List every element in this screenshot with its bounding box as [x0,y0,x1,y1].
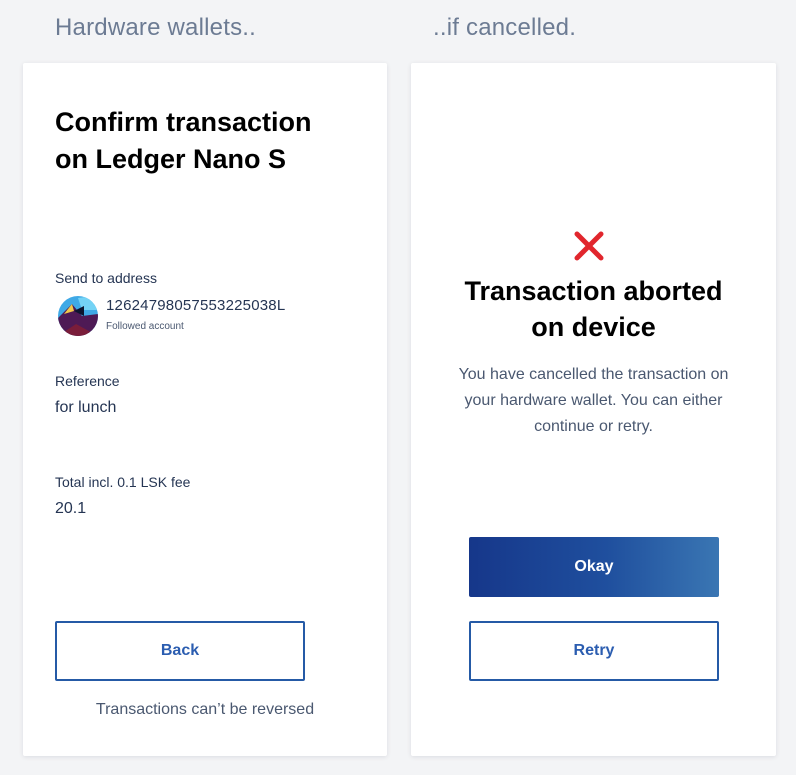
send-to-label: Send to address [55,270,157,286]
total-label: Total incl. 0.1 LSK fee [55,474,191,490]
okay-button[interactable]: Okay [469,537,719,597]
confirm-title-line-1: Confirm transaction [55,107,312,137]
account-avatar [58,296,98,336]
reference-label: Reference [55,373,120,389]
confirm-title: Confirm transaction on Ledger Nano S [55,104,355,178]
confirm-transaction-card: Confirm transaction on Ledger Nano S Sen… [23,63,387,756]
retry-button[interactable]: Retry [469,621,719,681]
back-button[interactable]: Back [55,621,305,681]
confirm-title-line-2: on Ledger Nano S [55,144,287,174]
reference-value: for lunch [55,399,117,416]
aborted-description: You have cancelled the transaction on yo… [441,362,746,440]
aborted-description-line-1: You have cancelled the transaction on [458,366,729,383]
aborted-title: Transaction aborted on device [411,273,776,345]
total-value: 20.1 [55,500,87,517]
section-heading-hardware-wallets: Hardware wallets.. [55,14,257,41]
irreversible-footnote: Transactions can’t be reversed [95,701,315,718]
recipient-address: 12624798057553225038L [106,297,286,314]
section-heading-if-cancelled: ..if cancelled. [433,14,577,41]
aborted-title-line-2: on device [531,312,656,342]
transaction-aborted-card: Transaction aborted on device You have c… [411,63,776,756]
cross-icon [574,231,604,261]
followed-account-note: Followed account [106,321,184,332]
aborted-description-line-2: your hardware wallet. You can either [464,392,723,409]
aborted-title-line-1: Transaction aborted [464,276,723,306]
aborted-description-line-3: continue or retry. [534,418,653,435]
